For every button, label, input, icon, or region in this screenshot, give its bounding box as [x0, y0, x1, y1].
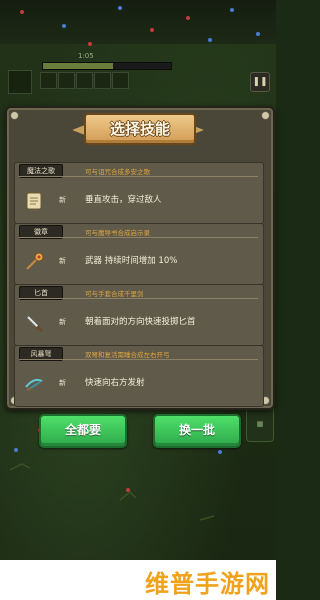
enemy-dot — [88, 42, 92, 46]
skill-description: 垂直攻击，穿过敌人 — [85, 195, 162, 205]
enemy-dot — [20, 10, 24, 14]
enemy-dot — [150, 28, 154, 32]
skill-synthesis-hint: 可与魔导书合成启示录 — [85, 229, 150, 237]
skill-card-magic-song[interactable]: 魔法之歌 可与诅咒合成多安之歌 新 垂直攻击，穿过敌人 — [14, 162, 264, 224]
rivet — [10, 111, 19, 120]
scroll-icon — [23, 190, 45, 212]
pause-button[interactable]: ❚❚ — [250, 72, 270, 92]
card-divider — [19, 237, 258, 238]
equipment-slot — [94, 72, 111, 89]
card-divider — [19, 359, 258, 360]
card-divider — [19, 176, 258, 177]
equipment-slot — [112, 72, 129, 89]
skill-synthesis-hint: 可与诅咒合成多安之歌 — [85, 168, 150, 176]
dialog-title: 选择技能 — [109, 120, 170, 138]
card-divider — [19, 298, 258, 299]
ground-crack — [9, 463, 31, 471]
dagger-icon — [23, 312, 45, 334]
hp-bar — [42, 62, 172, 70]
hp-bar-fill — [43, 63, 114, 69]
skill-synthesis-hint: 可与手套合成千里剑 — [85, 290, 144, 298]
badge-icon — [23, 251, 45, 273]
new-badge: 新 — [59, 318, 66, 326]
watermark-text: 维普手游网 — [145, 570, 270, 598]
new-badge: 新 — [59, 257, 66, 265]
take-all-button[interactable]: 全都要 — [39, 414, 127, 448]
enemy-dot — [186, 16, 190, 20]
equipment-slot — [58, 72, 75, 89]
enemy-dot — [208, 38, 212, 42]
skill-description: 朝着面对的方向快速投掷匕首 — [85, 317, 196, 327]
equipment-slot — [40, 72, 57, 89]
enemy-dot — [62, 24, 66, 28]
map-icon: ▦ — [256, 420, 264, 428]
player-avatar — [8, 70, 32, 94]
skill-card-dagger[interactable]: 匕首 可与手套合成千里剑 新 朝着面对的方向快速投掷匕首 — [14, 284, 264, 346]
enemy-dot — [218, 450, 222, 454]
skill-card-badge[interactable]: 徽章 可与魔导书合成启示录 新 武器 持续时间增加 10% — [14, 223, 264, 285]
crossbow-icon — [23, 373, 45, 395]
equipment-slot — [76, 72, 93, 89]
watermark-strip: 维普手游网 — [0, 560, 276, 600]
skill-description: 快速向右方发射 — [85, 378, 145, 388]
skill-card-storm-crossbow[interactable]: 风暴弩 双弩和复活需睡合成左右开弓 新 快速向右方发射 — [14, 345, 264, 407]
new-badge: 新 — [59, 196, 66, 204]
enemy-dot — [126, 488, 130, 492]
new-badge: 新 — [59, 379, 66, 387]
reroll-button[interactable]: 换一批 — [153, 414, 241, 448]
game-timer: 1:05 — [78, 52, 94, 60]
banner-plate: 选择技能 — [84, 113, 196, 145]
enemy-dot — [118, 6, 122, 10]
enemy-dot — [14, 448, 18, 452]
enemy-dot — [256, 32, 260, 36]
skill-description: 武器 持续时间增加 10% — [85, 256, 178, 266]
ground-crack — [119, 490, 137, 501]
ground-crack — [199, 515, 215, 521]
enemy-dot — [230, 8, 234, 12]
pause-icon: ❚❚ — [252, 77, 268, 87]
dialog-title-banner: 选择技能 — [72, 113, 204, 145]
rivet — [261, 111, 270, 120]
skill-synthesis-hint: 双弩和复活需睡合成左右开弓 — [85, 351, 170, 359]
side-menu-button[interactable]: ▦ — [246, 406, 274, 442]
